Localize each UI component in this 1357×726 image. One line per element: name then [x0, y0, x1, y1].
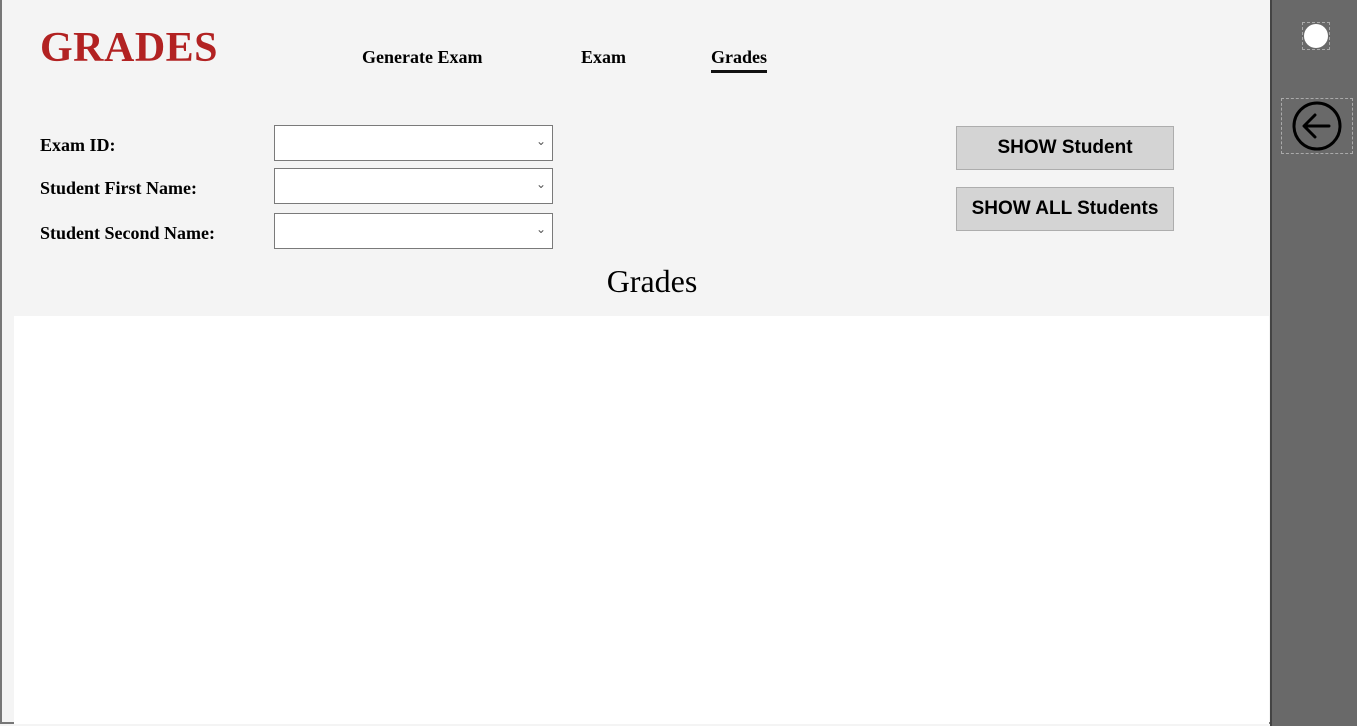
tab-generate-exam[interactable]: Generate Exam: [362, 47, 482, 68]
side-panel: [1270, 0, 1357, 726]
chevron-down-icon: ⌄: [535, 222, 546, 236]
back-button[interactable]: [1281, 98, 1353, 154]
second-name-select[interactable]: ⌄: [274, 213, 553, 249]
back-arrow-icon: [1292, 101, 1342, 151]
first-name-select[interactable]: ⌄: [274, 168, 553, 204]
first-name-label: Student First Name:: [40, 178, 197, 198]
exam-id-label: Exam ID:: [40, 135, 116, 155]
status-dot-icon: [1302, 22, 1330, 50]
page-title: GRADES: [40, 25, 219, 71]
exam-id-select[interactable]: ⌄: [274, 125, 553, 161]
grades-heading: Grades: [606, 263, 698, 299]
grades-grid[interactable]: [14, 316, 1269, 724]
show-all-students-button[interactable]: SHOW ALL Students: [956, 187, 1174, 231]
tab-grades[interactable]: Grades: [711, 47, 767, 73]
second-name-label: Student Second Name:: [40, 223, 216, 243]
chevron-down-icon: ⌄: [535, 177, 546, 191]
tab-exam[interactable]: Exam: [581, 47, 626, 68]
show-student-button[interactable]: SHOW Student: [956, 126, 1174, 170]
main-panel: GRADES Generate Exam Exam Grades Exam ID…: [0, 0, 1270, 724]
chevron-down-icon: ⌄: [535, 134, 546, 148]
